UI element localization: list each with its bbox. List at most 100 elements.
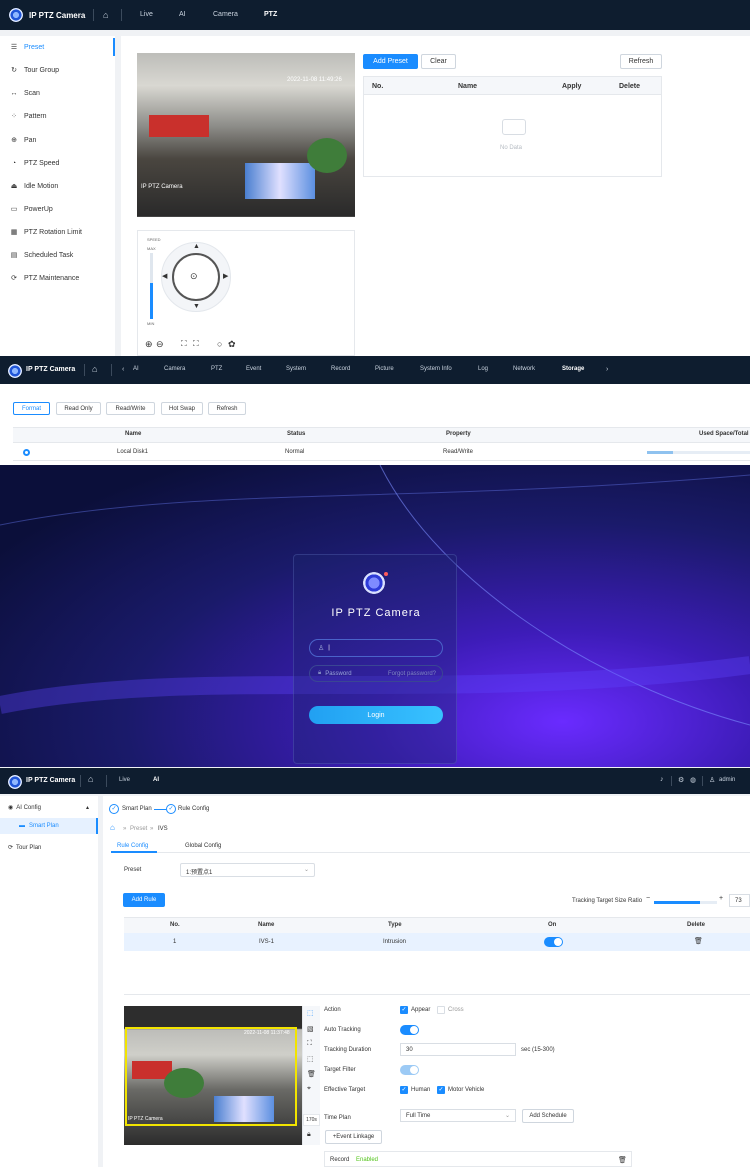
sidebar-item-smart-plan[interactable]: ▬ Smart Plan	[0, 818, 98, 834]
step-smart-plan[interactable]: Smart Plan	[122, 806, 152, 812]
nav-next-icon[interactable]: ›	[606, 366, 608, 373]
trash-icon[interactable]: 🗑︎	[618, 1156, 627, 1164]
position-icon[interactable]: ⌖	[307, 1085, 311, 1093]
focus-near-icon[interactable]: ⛶	[181, 339, 187, 349]
nav-event[interactable]: Event	[246, 366, 261, 372]
sidebar-item-pan[interactable]: ⊕ Pan	[10, 136, 36, 145]
tracking-duration-input[interactable]: 30	[400, 1043, 516, 1056]
table-row[interactable]: Local Disk1 Normal Read/Write	[13, 444, 750, 461]
zoom-out-icon[interactable]: ⊖	[156, 339, 164, 350]
sidebar-item-powerup[interactable]: ▭ PowerUp	[10, 205, 53, 214]
focus-far-icon[interactable]: ⛶	[193, 339, 199, 349]
home-icon[interactable]: ⌂	[88, 774, 93, 784]
home-icon[interactable]: ⌂	[110, 823, 115, 832]
nav-record[interactable]: Record	[331, 366, 350, 372]
rule-on-toggle[interactable]	[544, 937, 563, 947]
tracking-ratio-slider[interactable]	[654, 901, 717, 904]
bell-icon[interactable]: ♪	[660, 776, 664, 783]
nav-prev-icon[interactable]: ‹	[122, 366, 124, 373]
iris-close-icon[interactable]: ✿	[228, 339, 236, 350]
home-icon[interactable]: ⌂	[103, 10, 108, 20]
sidebar-item-ai-config[interactable]: ◉ AI Config	[8, 804, 41, 812]
refresh-button[interactable]: Refresh	[208, 402, 246, 415]
ptz-right-icon[interactable]: ▶	[223, 272, 228, 280]
nav-ai[interactable]: AI	[179, 11, 186, 18]
minus-icon[interactable]: −	[646, 895, 650, 902]
nav-camera[interactable]: Camera	[164, 366, 185, 372]
sidebar-item-preset[interactable]: ☰ Preset	[10, 43, 44, 52]
add-preset-button[interactable]: Add Preset	[363, 54, 418, 69]
step-rule-config[interactable]: Rule Config	[178, 806, 209, 812]
nav-system[interactable]: System	[286, 366, 306, 372]
ptz-down-icon[interactable]: ▼	[193, 303, 200, 310]
home-icon[interactable]: ⌂	[92, 364, 97, 374]
motor-vehicle-checkbox[interactable]: ✓	[437, 1086, 445, 1094]
delete-drawing-icon[interactable]: 🗑︎	[307, 1070, 316, 1078]
nav-ptz[interactable]: PTZ	[264, 11, 277, 18]
table-row[interactable]: 1 IVS-1 Intrusion 🗑︎	[124, 933, 750, 951]
sidebar-item-rotation-limit[interactable]: ▦ PTZ Rotation Limit	[10, 228, 82, 237]
preset-select[interactable]: 1:预置点1 ⌄	[180, 863, 315, 877]
refresh-button[interactable]: Refresh	[620, 54, 662, 69]
sidebar-item-idle-motion[interactable]: ⏏ Idle Motion	[10, 182, 59, 191]
tab-rule-config[interactable]: Rule Config	[117, 843, 148, 849]
iris-open-icon[interactable]: ○	[217, 339, 222, 349]
username[interactable]: admin	[719, 777, 735, 783]
draw-line-icon[interactable]: ▧	[307, 1025, 314, 1033]
draw-region-icon[interactable]: ⬚	[307, 1009, 314, 1017]
nav-system-info[interactable]: System Info	[420, 366, 452, 372]
password-field[interactable]: 🔒︎ Password Forgot password?	[309, 665, 443, 682]
read-only-button[interactable]: Read Only	[56, 402, 101, 415]
chevron-up-icon[interactable]: ▴	[86, 804, 89, 811]
draw-min-size-icon[interactable]: ⬚	[307, 1055, 314, 1063]
target-filter-toggle[interactable]	[400, 1065, 419, 1075]
lock-icon[interactable]: 🔒︎	[307, 1131, 311, 1139]
auto-tracking-toggle[interactable]	[400, 1025, 419, 1035]
sidebar-item-scan[interactable]: ↔ Scan	[10, 89, 40, 97]
sidebar-item-pattern[interactable]: ⁘ Pattern	[10, 112, 47, 121]
read-write-button[interactable]: Read/Write	[106, 402, 155, 415]
row-radio[interactable]	[23, 449, 30, 456]
rule-video-preview[interactable]: 2022-11-08 11:37:48 IP PTZ Camera	[124, 1006, 302, 1145]
trash-icon[interactable]: 🗑︎	[694, 937, 703, 945]
ptz-up-icon[interactable]: ▲	[193, 243, 200, 250]
human-checkbox[interactable]: ✓	[400, 1086, 408, 1094]
format-button[interactable]: Format	[13, 402, 50, 415]
globe-icon[interactable]: ◍	[690, 776, 696, 784]
nav-picture[interactable]: Picture	[375, 366, 394, 372]
tracking-ratio-input[interactable]: 73	[729, 894, 750, 907]
nav-live[interactable]: Live	[140, 11, 153, 18]
appear-checkbox[interactable]: ✓	[400, 1006, 408, 1014]
plus-icon[interactable]: +	[719, 895, 723, 902]
add-rule-button[interactable]: Add Rule	[123, 893, 165, 907]
nav-network[interactable]: Network	[513, 366, 535, 372]
sidebar-item-scheduled-task[interactable]: ▤ Scheduled Task	[10, 251, 74, 260]
nav-ai[interactable]: AI	[133, 366, 139, 372]
username-field[interactable]: ♙ |	[309, 639, 443, 657]
ptz-left-icon[interactable]: ◀	[162, 272, 167, 280]
nav-storage[interactable]: Storage	[562, 366, 584, 372]
sidebar-item-ptz-speed[interactable]: ◔ PTZ Speed	[10, 159, 60, 167]
breadcrumb-preset[interactable]: Preset	[130, 826, 147, 832]
forgot-password-link[interactable]: Forgot password?	[388, 671, 436, 677]
nav-live[interactable]: Live	[119, 777, 130, 783]
cross-checkbox[interactable]	[437, 1006, 445, 1014]
sidebar-item-ptz-maintenance[interactable]: ⟳ PTZ Maintenance	[10, 274, 79, 283]
time-plan-select[interactable]: Full Time ⌄	[400, 1109, 516, 1122]
sidebar-item-tour-plan[interactable]: ⟳ Tour Plan	[8, 844, 41, 852]
zoom-in-icon[interactable]: ⊕	[145, 339, 153, 350]
event-linkage-button[interactable]: +Event Linkage	[325, 1130, 382, 1144]
ptz-center-icon[interactable]: ⊙	[190, 271, 198, 282]
login-button[interactable]: Login	[309, 706, 443, 724]
nav-log[interactable]: Log	[478, 366, 488, 372]
speed-slider[interactable]	[150, 253, 153, 319]
nav-camera[interactable]: Camera	[213, 11, 238, 18]
clear-button[interactable]: Clear	[421, 54, 456, 69]
hot-swap-button[interactable]: Hot Swap	[161, 402, 203, 415]
tab-global-config[interactable]: Global Config	[185, 843, 221, 849]
add-schedule-button[interactable]: Add Schedule	[522, 1109, 574, 1123]
detection-region[interactable]	[125, 1027, 297, 1126]
sidebar-item-tour-group[interactable]: ↻ Tour Group	[10, 66, 59, 75]
nav-ptz[interactable]: PTZ	[211, 366, 222, 372]
settings-icon[interactable]: ⚙	[678, 776, 684, 784]
